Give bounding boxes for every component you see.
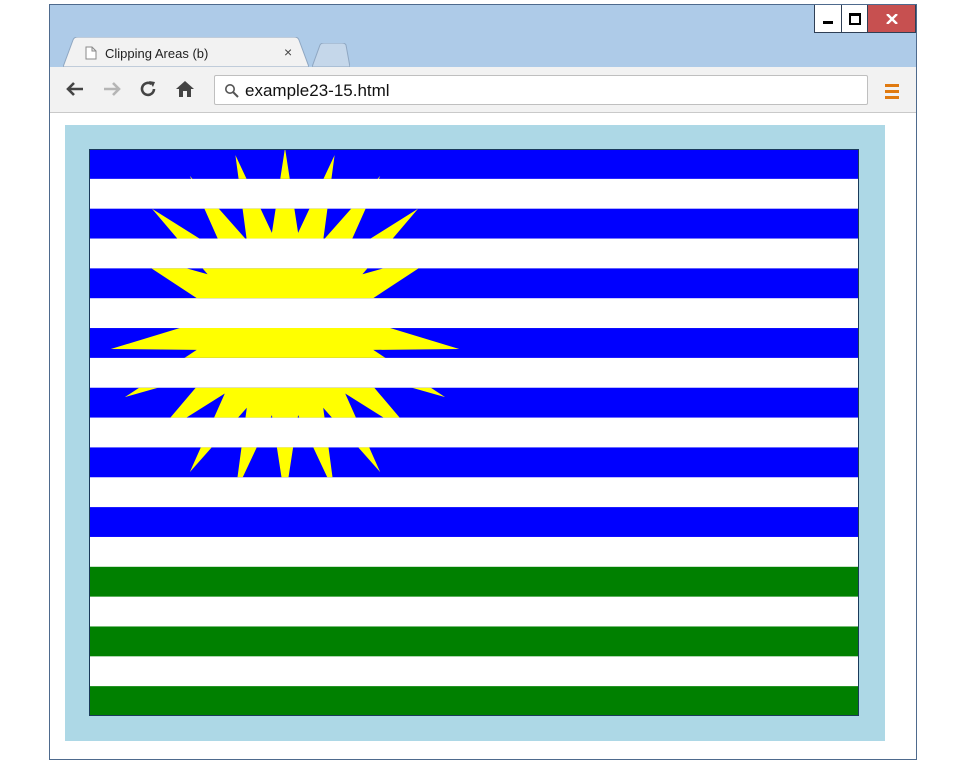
hamburger-menu-icon[interactable] [885, 84, 899, 102]
window-controls [814, 5, 916, 33]
flag-stripe [89, 149, 859, 180]
minimize-icon [823, 21, 833, 24]
minimize-button[interactable] [814, 5, 842, 33]
browser-window: Clipping Areas (b) × example23-15.html [49, 4, 917, 760]
tab-clipping-areas[interactable]: Clipping Areas (b) × [63, 37, 309, 67]
search-icon [224, 83, 240, 104]
reload-icon[interactable] [138, 79, 158, 104]
flag-stripe [89, 566, 859, 598]
flag-stripe [89, 208, 859, 240]
flag-stripe [89, 656, 859, 687]
back-arrow-icon[interactable] [65, 79, 85, 104]
maximize-button[interactable] [842, 5, 868, 33]
close-icon [885, 13, 898, 24]
flag-stripes [89, 149, 859, 716]
new-tab-button[interactable] [312, 43, 350, 67]
flag-stripe [89, 357, 859, 389]
tab-title: Clipping Areas (b) [105, 46, 209, 61]
maximize-icon [848, 12, 861, 25]
page-content [50, 113, 916, 759]
flag-stripe [89, 298, 859, 329]
browser-toolbar: example23-15.html [50, 67, 916, 113]
flag-stripe [89, 238, 859, 269]
canvas-frame [65, 125, 885, 741]
flag-canvas [89, 149, 859, 716]
flag-stripe [89, 686, 859, 716]
address-bar[interactable]: example23-15.html [214, 75, 868, 105]
forward-arrow-icon[interactable] [102, 79, 122, 104]
flag-stripe [89, 536, 859, 568]
close-window-button[interactable] [868, 5, 916, 33]
flag-stripe [89, 417, 859, 448]
flag-stripe [89, 626, 859, 657]
home-icon[interactable] [175, 79, 195, 104]
flag-stripe [89, 477, 859, 508]
tab-close-icon[interactable]: × [284, 45, 292, 59]
url-text: example23-15.html [245, 81, 390, 100]
flag-stripe [89, 178, 859, 210]
flag-stripe [89, 507, 859, 538]
flag-stripe [89, 596, 859, 627]
